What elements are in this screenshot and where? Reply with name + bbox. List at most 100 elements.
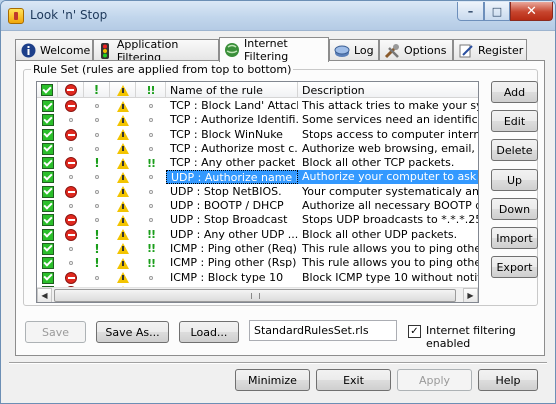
rule-row[interactable]: TCP : Block WinNuke Stops access to compu… [37,128,478,142]
rule-row[interactable]: !!! ICMP : Ping other (Req) This rule allo… [37,242,478,256]
rule-flag-cell[interactable] [37,242,58,256]
rule-flag-cell[interactable] [110,271,136,285]
rule-flag-cell[interactable] [84,113,110,127]
minimize-window-button[interactable]: – [457,2,484,21]
rule-flag-cell[interactable] [37,128,58,142]
rule-flag-cell[interactable] [58,256,84,270]
tab-options[interactable]: Options [379,39,453,61]
rule-row[interactable]: TCP : Authorize Identifi... Some services… [37,113,478,127]
rule-flag-cell[interactable] [84,128,110,142]
rule-flag-cell[interactable] [37,256,58,270]
rule-flag-cell[interactable] [37,228,58,242]
rule-row[interactable]: UDP : Stop Broadcast Stops UDP broadcasts… [37,213,478,227]
rule-flag-cell[interactable] [84,271,110,285]
scroll-left-icon[interactable]: ◀ [37,288,52,302]
rule-flag-cell[interactable] [58,170,84,184]
tab-application-filtering[interactable]: Application Filtering [93,38,219,64]
rule-flag-cell[interactable] [110,156,136,170]
delete-rule-button[interactable]: Delete [491,139,538,161]
save-as-button[interactable]: Save As... [96,321,169,343]
rule-flag-cell[interactable] [84,142,110,156]
title-bar[interactable]: Look 'n' Stop – □ ✕ [1,1,555,31]
rules-list[interactable]: ! !! Name of the rule Description TCP : … [36,81,479,303]
save-button[interactable]: Save [25,321,86,343]
rule-row[interactable]: UDP : Stop NetBIOS. Your computer systema… [37,185,478,199]
rule-row[interactable]: UDP : BOOTP / DHCP Authorize all necessar… [37,199,478,213]
load-button[interactable]: Load... [179,321,239,343]
internet-filtering-enabled-checkbox[interactable]: ✓ [408,325,421,338]
rule-flag-cell[interactable] [37,271,58,285]
column-block[interactable] [58,82,84,98]
move-down-button[interactable]: Down [491,198,538,220]
rule-flag-cell[interactable]: ! [84,242,110,256]
rule-flag-cell[interactable] [84,99,110,113]
rule-flag-cell[interactable] [84,199,110,213]
tab-welcome[interactable]: Welcome [15,39,93,61]
rule-flag-cell[interactable] [110,199,136,213]
rule-flag-cell[interactable] [58,128,84,142]
horizontal-scrollbar[interactable]: ◀ ▶ [37,287,478,302]
rule-flag-cell[interactable] [136,99,166,113]
rule-flag-cell[interactable] [58,156,84,170]
rule-flag-cell[interactable]: ! [84,256,110,270]
rule-flag-cell[interactable] [110,256,136,270]
rule-row[interactable]: !!! TCP : Any other packet Block all other… [37,156,478,170]
rule-row[interactable]: !!! UDP : Any other UDP ... Block all othe… [37,228,478,242]
rule-flag-cell[interactable] [84,213,110,227]
rule-flag-cell[interactable] [84,185,110,199]
minimize-button[interactable]: Minimize [235,369,310,391]
internet-filtering-enabled-label[interactable]: Internet filtering enabled [426,324,555,350]
rule-row[interactable]: TCP : Block Land' Attack This attack trie… [37,99,478,113]
tab-internet-filtering[interactable]: Internet Filtering [219,37,329,63]
rule-flag-cell[interactable] [37,156,58,170]
rule-row[interactable]: ICMP : Block type 10 Block ICMP type 10 w… [37,271,478,285]
rule-flag-cell[interactable] [136,185,166,199]
maximize-window-button[interactable]: □ [484,2,510,21]
rule-flag-cell[interactable] [84,170,110,184]
scroll-right-icon[interactable]: ▶ [463,288,478,302]
rule-flag-cell[interactable] [37,142,58,156]
rule-flag-cell[interactable] [136,199,166,213]
rule-flag-cell[interactable] [136,271,166,285]
edit-rule-button[interactable]: Edit [491,110,538,132]
add-rule-button[interactable]: Add [491,81,538,103]
ruleset-file-field[interactable]: StandardRulesSet.rls [249,320,397,341]
rule-flag-cell[interactable]: !! [136,256,166,270]
export-button[interactable]: Export [491,256,538,278]
rule-flag-cell[interactable] [58,142,84,156]
rule-flag-cell[interactable] [136,170,166,184]
rule-flag-cell[interactable] [37,199,58,213]
rule-flag-cell[interactable] [37,213,58,227]
column-sound[interactable]: !! [136,82,166,98]
rule-flag-cell[interactable]: !! [136,228,166,242]
rule-flag-cell[interactable] [58,185,84,199]
rule-flag-cell[interactable] [110,142,136,156]
rule-flag-cell[interactable] [110,128,136,142]
column-enabled[interactable] [37,82,58,98]
rule-row[interactable]: TCP : Authorize most c... Authorize web b… [37,142,478,156]
rule-flag-cell[interactable] [136,142,166,156]
rule-flag-cell[interactable] [110,170,136,184]
rule-flag-cell[interactable]: ! [84,156,110,170]
rule-flag-cell[interactable] [37,185,58,199]
rule-flag-cell[interactable] [37,99,58,113]
rule-flag-cell[interactable] [136,213,166,227]
rule-flag-cell[interactable] [58,113,84,127]
move-up-button[interactable]: Up [491,169,538,191]
help-button[interactable]: Help [478,369,538,391]
rule-flag-cell[interactable] [58,213,84,227]
rule-flag-cell[interactable] [58,271,84,285]
rule-flag-cell[interactable] [37,170,58,184]
rule-flag-cell[interactable] [110,213,136,227]
tab-log[interactable]: Log [329,39,379,61]
rule-flag-cell[interactable] [110,113,136,127]
column-log[interactable] [110,82,136,98]
rule-flag-cell[interactable] [58,242,84,256]
rule-flag-cell[interactable]: !! [136,242,166,256]
rule-flag-cell[interactable] [110,99,136,113]
rule-flag-cell[interactable]: !! [136,156,166,170]
rule-row[interactable]: !!! ICMP : Ping other (Rsp) This rule allo… [37,256,478,270]
rule-flag-cell[interactable] [58,228,84,242]
rule-flag-cell[interactable] [37,113,58,127]
tab-register[interactable]: Register [453,39,527,61]
